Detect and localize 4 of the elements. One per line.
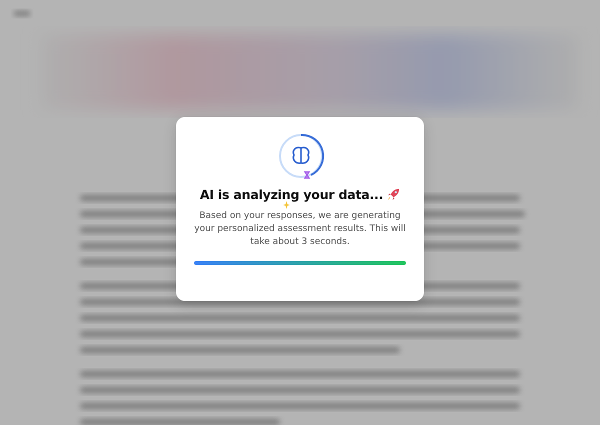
dialog-title: AI is analyzing your data... [200, 186, 384, 202]
dialog-message: Based on your responses, we are generating your personalized assessment results. This will take about 3 seconds. [193, 210, 407, 248]
rocket-icon [387, 188, 400, 200]
sparkle-icon [283, 200, 290, 208]
